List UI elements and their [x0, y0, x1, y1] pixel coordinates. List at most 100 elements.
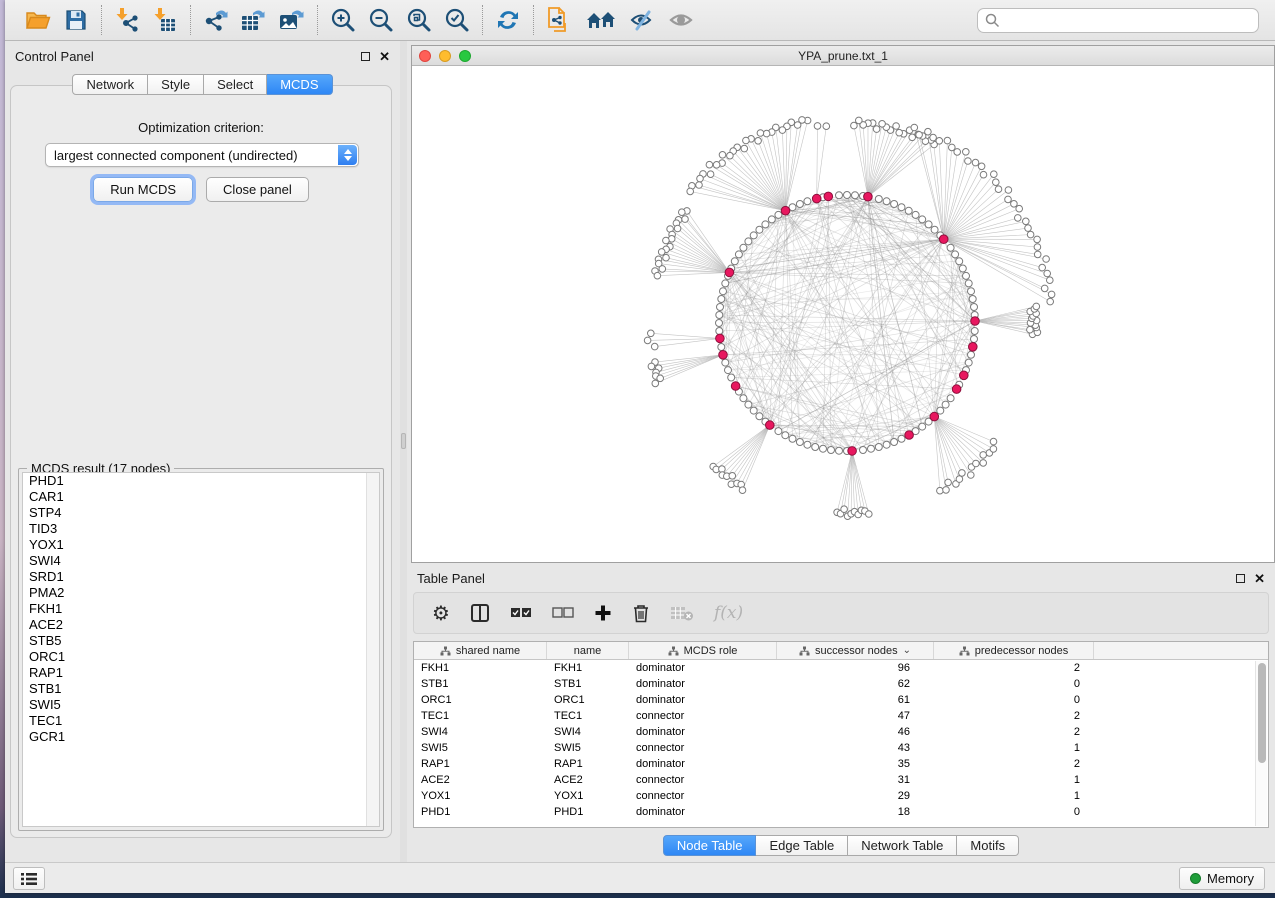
network-titlebar[interactable]: YPA_prune.txt_1: [412, 46, 1274, 66]
mcds-result-item[interactable]: CAR1: [23, 489, 379, 505]
mcds-result-item[interactable]: PHD1: [23, 473, 379, 489]
table-row[interactable]: TEC1TEC1connector472: [414, 708, 1268, 724]
show-details-button[interactable]: [666, 4, 696, 36]
mcds-result-item[interactable]: RAP1: [23, 665, 379, 681]
cell-MCDS-role[interactable]: connector: [629, 772, 777, 788]
cell-MCDS-role[interactable]: dominator: [629, 724, 777, 740]
table-row[interactable]: PHD1PHD1dominator180: [414, 804, 1268, 820]
mcds-result-item[interactable]: TEC1: [23, 713, 379, 729]
cell-shared-name[interactable]: ACE2: [414, 772, 547, 788]
select-all-rows-button[interactable]: [510, 606, 532, 620]
cell-MCDS-role[interactable]: dominator: [629, 660, 777, 676]
cell-MCDS-role[interactable]: dominator: [629, 676, 777, 692]
tab-network[interactable]: Network: [72, 74, 148, 95]
mcds-result-item[interactable]: FKH1: [23, 601, 379, 617]
cell-name[interactable]: YOX1: [547, 788, 629, 804]
cell-MCDS-role[interactable]: connector: [629, 788, 777, 804]
float-panel-icon[interactable]: [361, 52, 370, 61]
divider-handle[interactable]: [401, 433, 406, 449]
cell-successor-nodes[interactable]: 18: [777, 804, 934, 820]
cell-predecessor-nodes[interactable]: 2: [934, 708, 1094, 724]
cell-name[interactable]: ACE2: [547, 772, 629, 788]
tab-mcds[interactable]: MCDS: [267, 74, 332, 95]
cell-shared-name[interactable]: RAP1: [414, 756, 547, 772]
cell-successor-nodes[interactable]: 47: [777, 708, 934, 724]
table-row[interactable]: YOX1YOX1connector291: [414, 788, 1268, 804]
table-row[interactable]: ORC1ORC1dominator610: [414, 692, 1268, 708]
cell-shared-name[interactable]: YOX1: [414, 788, 547, 804]
memory-button[interactable]: Memory: [1179, 867, 1265, 890]
cell-MCDS-role[interactable]: dominator: [629, 804, 777, 820]
mcds-result-item[interactable]: SWI4: [23, 553, 379, 569]
tab-node-table[interactable]: Node Table: [663, 835, 757, 856]
import-table-button[interactable]: [150, 4, 180, 36]
table-scrollbar-thumb[interactable]: [1258, 663, 1266, 763]
cell-successor-nodes[interactable]: 46: [777, 724, 934, 740]
table-row[interactable]: SWI4SWI4dominator462: [414, 724, 1268, 740]
close-table-panel-icon[interactable]: ✕: [1254, 574, 1265, 583]
tab-select[interactable]: Select: [204, 74, 267, 95]
export-image-button[interactable]: [277, 4, 307, 36]
cell-predecessor-nodes[interactable]: 0: [934, 676, 1094, 692]
save-session-button[interactable]: [61, 4, 91, 36]
cell-shared-name[interactable]: PHD1: [414, 804, 547, 820]
cell-successor-nodes[interactable]: 35: [777, 756, 934, 772]
cell-shared-name[interactable]: SWI5: [414, 740, 547, 756]
network-canvas[interactable]: [412, 66, 1274, 562]
cell-predecessor-nodes[interactable]: 1: [934, 788, 1094, 804]
deselect-all-rows-button[interactable]: [552, 606, 574, 620]
cell-successor-nodes[interactable]: 31: [777, 772, 934, 788]
panel-divider[interactable]: [400, 41, 407, 862]
duplicate-network-button[interactable]: [544, 4, 574, 36]
column-header-predecessor-nodes[interactable]: predecessor nodes: [934, 642, 1094, 659]
column-chooser-button[interactable]: [470, 603, 490, 623]
tab-network-table[interactable]: Network Table: [848, 835, 957, 856]
close-panel-icon[interactable]: ✕: [379, 52, 390, 61]
cell-MCDS-role[interactable]: dominator: [629, 692, 777, 708]
tab-style[interactable]: Style: [148, 74, 204, 95]
cell-successor-nodes[interactable]: 29: [777, 788, 934, 804]
cell-name[interactable]: SWI4: [547, 724, 629, 740]
cell-shared-name[interactable]: SWI4: [414, 724, 547, 740]
zoom-selected-button[interactable]: [442, 4, 472, 36]
float-table-panel-icon[interactable]: [1236, 574, 1245, 583]
open-file-button[interactable]: [23, 4, 53, 36]
mcds-result-item[interactable]: ORC1: [23, 649, 379, 665]
column-header-name[interactable]: name: [547, 642, 629, 659]
close-panel-button[interactable]: Close panel: [206, 177, 309, 202]
mcds-result-item[interactable]: STB1: [23, 681, 379, 697]
first-neighbors-button[interactable]: [582, 4, 620, 36]
zoom-in-button[interactable]: [328, 4, 358, 36]
mcds-result-item[interactable]: GCR1: [23, 729, 379, 745]
mcds-result-item[interactable]: TID3: [23, 521, 379, 537]
cell-predecessor-nodes[interactable]: 2: [934, 756, 1094, 772]
cell-shared-name[interactable]: FKH1: [414, 660, 547, 676]
mcds-result-item[interactable]: SRD1: [23, 569, 379, 585]
column-header-shared-name[interactable]: shared name: [414, 642, 547, 659]
cell-name[interactable]: TEC1: [547, 708, 629, 724]
cell-name[interactable]: STB1: [547, 676, 629, 692]
create-column-button[interactable]: [594, 604, 612, 622]
column-header-successor-nodes[interactable]: successor nodes⌄: [777, 642, 934, 659]
cell-predecessor-nodes[interactable]: 0: [934, 692, 1094, 708]
mcds-result-item[interactable]: PMA2: [23, 585, 379, 601]
cell-name[interactable]: FKH1: [547, 660, 629, 676]
delete-column-button[interactable]: [632, 603, 650, 623]
export-network-button[interactable]: [201, 4, 231, 36]
refresh-view-button[interactable]: [493, 4, 523, 36]
optimization-criterion-select[interactable]: largest connected component (undirected): [45, 143, 359, 167]
column-header-MCDS-role[interactable]: MCDS role: [629, 642, 777, 659]
cell-successor-nodes[interactable]: 62: [777, 676, 934, 692]
cell-name[interactable]: RAP1: [547, 756, 629, 772]
cell-predecessor-nodes[interactable]: 2: [934, 660, 1094, 676]
table-settings-button[interactable]: ⚙: [432, 603, 450, 623]
mcds-result-item[interactable]: STB5: [23, 633, 379, 649]
cell-predecessor-nodes[interactable]: 1: [934, 772, 1094, 788]
cell-successor-nodes[interactable]: 61: [777, 692, 934, 708]
cell-shared-name[interactable]: STB1: [414, 676, 547, 692]
cell-shared-name[interactable]: TEC1: [414, 708, 547, 724]
mcds-result-item[interactable]: ACE2: [23, 617, 379, 633]
cell-successor-nodes[interactable]: 43: [777, 740, 934, 756]
table-row[interactable]: FKH1FKH1dominator962: [414, 660, 1268, 676]
cell-MCDS-role[interactable]: connector: [629, 740, 777, 756]
